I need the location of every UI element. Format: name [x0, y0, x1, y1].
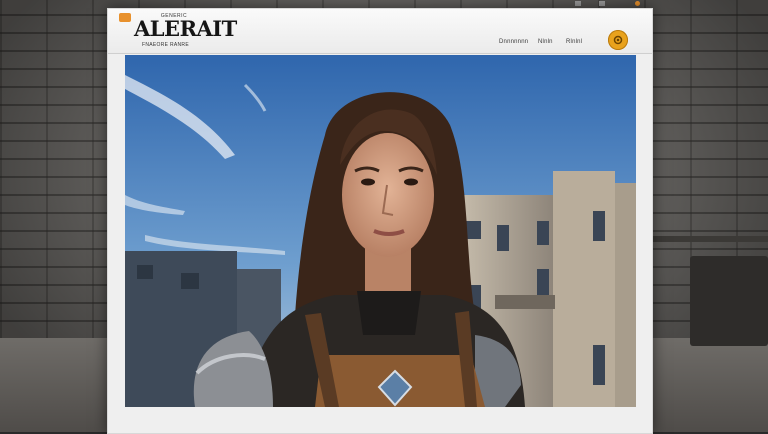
- wall-pipe: [652, 236, 768, 242]
- site-logo[interactable]: GENERIC ALERAIT FNAEORE RANRE: [134, 13, 237, 51]
- logo-wordmark: ALERAIT: [134, 16, 237, 41]
- nav-link-3[interactable]: Rlnlnl: [566, 39, 582, 49]
- nav-link-2[interactable]: Nlnln: [538, 39, 553, 49]
- site-header: GENERIC ALERAIT FNAEORE RANRE Dnnnnnnn N…: [108, 9, 652, 54]
- control-icon[interactable]: [599, 1, 605, 6]
- hero-photo-illustration: [125, 55, 636, 407]
- nav-link-1[interactable]: Dnnnnnnn: [499, 39, 528, 49]
- machine: [690, 256, 768, 346]
- status-dot-icon: [635, 1, 640, 6]
- logo-tagline-bottom: FNAEORE RANRE: [142, 42, 189, 48]
- gear-icon: [613, 35, 623, 45]
- settings-button[interactable]: [608, 30, 628, 50]
- control-icon[interactable]: [575, 1, 581, 6]
- browser-window: GENERIC ALERAIT FNAEORE RANRE Dnnnnnnn N…: [107, 8, 653, 434]
- window-corner-controls: [575, 0, 645, 8]
- hero-image: [125, 55, 636, 407]
- window-bottom-frame: [108, 409, 652, 433]
- app-badge-icon[interactable]: [119, 13, 131, 22]
